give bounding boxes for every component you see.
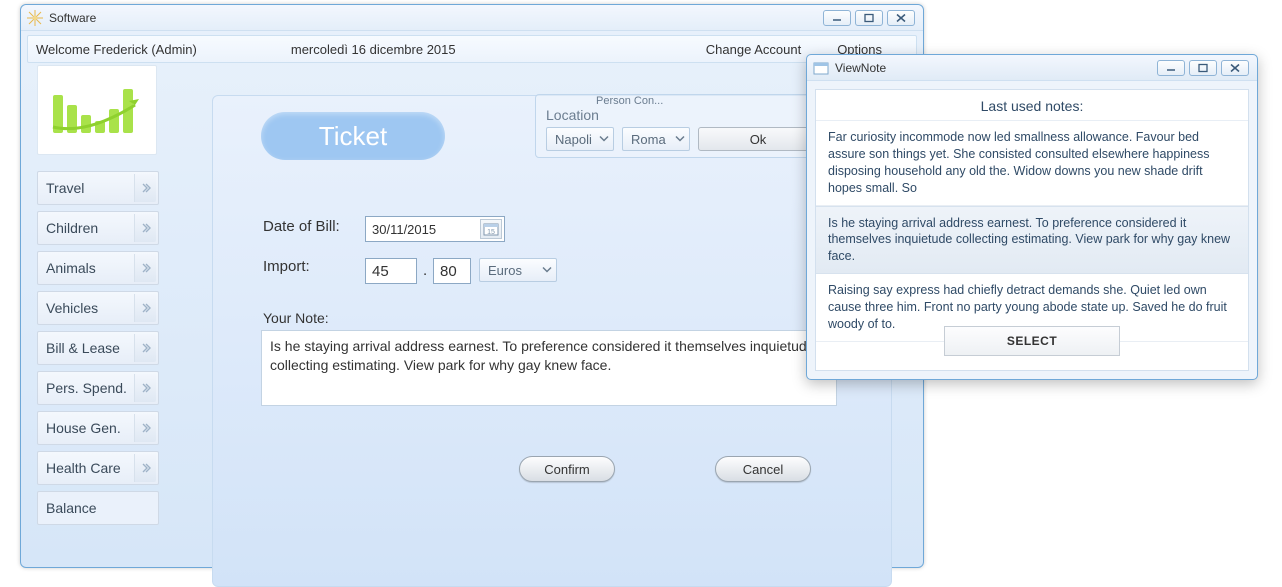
sidebar-item-pers-spend[interactable]: Pers. Spend. xyxy=(37,371,159,405)
close-button[interactable] xyxy=(887,10,915,26)
caret-down-icon xyxy=(542,263,552,278)
note-list: Far curiosity incommode now led smallnes… xyxy=(816,121,1248,342)
sidebar-item-animals[interactable]: Animals xyxy=(37,251,159,285)
currency-combo[interactable]: Euros xyxy=(479,258,557,282)
caret-down-icon xyxy=(675,132,685,147)
to-combo[interactable]: Roma xyxy=(622,127,690,151)
cancel-button[interactable]: Cancel xyxy=(715,456,811,482)
date-label: Date of Bill: xyxy=(263,218,340,235)
chevron-right-icon xyxy=(134,454,156,482)
sidebar-item-label: Health Care xyxy=(46,460,121,476)
chevron-right-icon xyxy=(134,254,156,282)
logo xyxy=(37,65,157,155)
svg-text:15: 15 xyxy=(487,229,495,236)
welcome-text: Welcome Frederick (Admin) xyxy=(32,42,201,57)
sidebar-item-label: Animals xyxy=(46,260,96,276)
dialog-titlebar: ViewNote xyxy=(807,55,1257,81)
date-input[interactable]: 30/11/2015 15 xyxy=(365,216,505,242)
chevron-right-icon xyxy=(134,334,156,362)
import-minor-input[interactable]: 80 xyxy=(433,258,471,284)
main-window: Software Welcome Frederick (Admin) merco… xyxy=(20,4,924,568)
chevron-right-icon xyxy=(134,214,156,242)
import-label: Import: xyxy=(263,258,310,275)
sidebar-item-house-gen[interactable]: House Gen. xyxy=(37,411,159,445)
content-panel: Ticket Person Con... Location Napoli Rom… xyxy=(212,95,892,587)
dialog-title: ViewNote xyxy=(835,61,886,75)
sidebar-item-bill-lease[interactable]: Bill & Lease xyxy=(37,331,159,365)
confirm-button[interactable]: Confirm xyxy=(519,456,615,482)
sidebar-item-vehicles[interactable]: Vehicles xyxy=(37,291,159,325)
dialog-maximize-button[interactable] xyxy=(1189,60,1217,76)
viewnote-dialog: ViewNote Last used notes: Far curiosity … xyxy=(806,54,1258,380)
app-title: Software xyxy=(49,11,96,25)
dialog-icon xyxy=(813,60,829,76)
main-titlebar: Software xyxy=(21,5,923,31)
sidebar-item-children[interactable]: Children xyxy=(37,211,159,245)
from-combo[interactable]: Napoli xyxy=(546,127,614,151)
select-button[interactable]: SELECT xyxy=(944,326,1120,356)
ok-button[interactable]: Ok xyxy=(698,127,818,151)
chevron-right-icon xyxy=(134,294,156,322)
sidebar-item-label: Vehicles xyxy=(46,300,98,316)
sidebar-item-label: House Gen. xyxy=(46,420,121,436)
dialog-heading: Last used notes: xyxy=(816,90,1248,121)
sidebar-item-travel[interactable]: Travel xyxy=(37,171,159,205)
dialog-close-button[interactable] xyxy=(1221,60,1249,76)
section-title: Ticket xyxy=(261,112,445,160)
import-separator: . xyxy=(423,262,427,279)
sidebar-item-label: Bill & Lease xyxy=(46,340,120,356)
sidebar-item-label: Children xyxy=(46,220,98,236)
change-account-link[interactable]: Change Account xyxy=(706,42,801,57)
location-label: Location xyxy=(546,107,599,123)
chevron-right-icon xyxy=(134,174,156,202)
caret-down-icon xyxy=(599,132,609,147)
sidebar-item-label: Travel xyxy=(46,180,84,196)
dialog-body: Last used notes: Far curiosity incommode… xyxy=(815,89,1249,371)
sidebar-item-label: Pers. Spend. xyxy=(46,380,127,396)
calendar-icon[interactable]: 15 xyxy=(480,219,502,239)
note-label: Your Note: xyxy=(263,310,329,326)
dialog-minimize-button[interactable] xyxy=(1157,60,1185,76)
minimize-button[interactable] xyxy=(823,10,851,26)
sidebar-item-balance[interactable]: Balance xyxy=(37,491,159,525)
sidebar-item-label: Balance xyxy=(46,500,97,516)
person-con-label: Person Con... xyxy=(596,95,663,107)
sidebar: Travel Children Animals Vehicles Bill & … xyxy=(37,171,159,531)
chevron-right-icon xyxy=(134,414,156,442)
current-date: mercoledì 16 dicembre 2015 xyxy=(291,42,456,57)
maximize-button[interactable] xyxy=(855,10,883,26)
note-row[interactable]: Far curiosity incommode now led smallnes… xyxy=(816,121,1248,206)
toolbar: Welcome Frederick (Admin) mercoledì 16 d… xyxy=(27,35,917,63)
app-icon xyxy=(27,10,43,26)
chevron-right-icon xyxy=(134,374,156,402)
sidebar-item-health-care[interactable]: Health Care xyxy=(37,451,159,485)
note-row[interactable]: Is he staying arrival address earnest. T… xyxy=(816,206,1248,275)
note-textarea[interactable]: Is he staying arrival address earnest. T… xyxy=(261,330,837,406)
import-major-input[interactable]: 45 xyxy=(365,258,417,284)
